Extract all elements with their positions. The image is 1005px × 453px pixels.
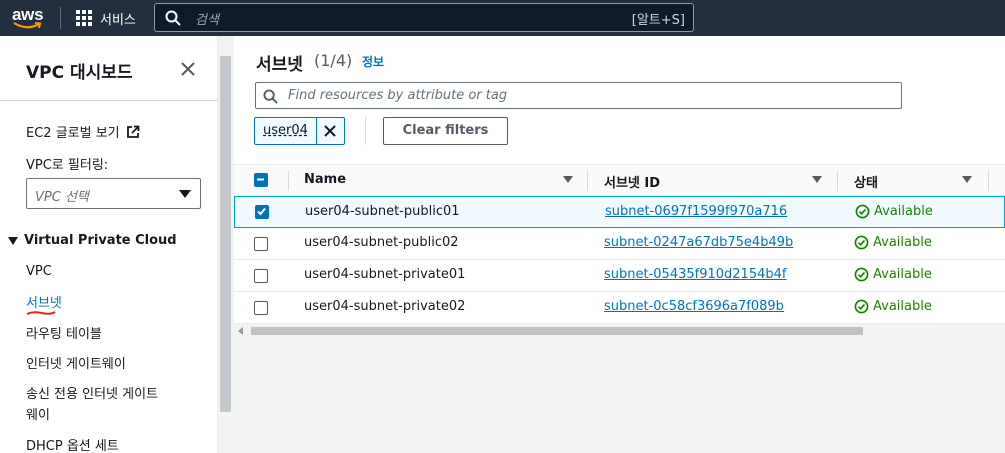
filter-token: user04 (254, 117, 345, 145)
filter-placeholder: Find resources by attribute or tag (288, 88, 508, 103)
resource-filter-input[interactable]: Find resources by attribute or tag (255, 82, 902, 109)
grid-icon (76, 10, 92, 26)
sidebar-divider (0, 100, 218, 101)
search-placeholder: 검색 (195, 13, 219, 28)
section-virtual-private-cloud[interactable]: Virtual Private Cloud (8, 233, 177, 248)
filter-divider (365, 117, 366, 145)
caret-down-icon (179, 190, 191, 198)
state-label: Available (873, 235, 932, 250)
remove-token-button[interactable] (315, 118, 344, 144)
column-header-subnet-id[interactable]: 서브넷 ID (604, 172, 660, 191)
column-separator (288, 171, 289, 191)
vpc-select-placeholder: VPC 선택 (35, 190, 89, 205)
sort-icon[interactable] (812, 176, 822, 183)
check-circle-icon (854, 235, 869, 250)
subnet-id-link[interactable]: subnet-0c58cf3696a7f089b (604, 299, 784, 314)
subnet-id-link[interactable]: subnet-0697f1599f970a716 (605, 204, 787, 219)
table-row[interactable]: user04-subnet-private01 subnet-05435f910… (234, 260, 1005, 292)
sort-icon[interactable] (563, 176, 573, 183)
column-header-name[interactable]: Name (304, 172, 346, 187)
info-link[interactable]: 정보 (362, 53, 384, 70)
section-title: Virtual Private Cloud (24, 233, 177, 248)
table-row[interactable]: user04-subnet-private02 subnet-0c58cf369… (234, 292, 1005, 324)
close-icon[interactable] (180, 61, 196, 77)
search-shortcut: [알트+S] (631, 13, 685, 28)
search-icon (263, 89, 278, 104)
row-checkbox[interactable] (255, 205, 269, 219)
ec2-global-view-link[interactable]: EC2 글로벌 보기 (26, 122, 140, 141)
sidebar-scrollbar-thumb[interactable] (220, 56, 231, 412)
global-search-input[interactable]: 검색 [알트+S] (154, 3, 694, 32)
row-checkbox[interactable] (254, 237, 268, 251)
subnet-id-link[interactable]: subnet-0247a67db75e4b49b (604, 235, 793, 250)
column-separator[interactable] (837, 171, 838, 191)
ec2-global-view-label: EC2 글로벌 보기 (26, 126, 120, 141)
row-checkbox[interactable] (254, 269, 268, 283)
main-content: 서브넷 (1/4) 정보 Find resources by attribute… (234, 36, 1005, 453)
filter-token-label[interactable]: user04 (255, 118, 316, 144)
select-all-checkbox[interactable] (254, 173, 268, 187)
sidebar-item-egress-only-igw[interactable]: 송신 전용 인터넷 게이트 (26, 383, 158, 402)
table-row[interactable]: user04-subnet-public01 subnet-0697f1599f… (234, 196, 1005, 228)
subnet-name: user04-subnet-private01 (304, 267, 466, 282)
table-row[interactable]: user04-subnet-public02 subnet-0247a67db7… (234, 228, 1005, 260)
column-separator[interactable] (988, 171, 989, 191)
caret-down-icon (8, 236, 18, 245)
search-icon (165, 10, 181, 26)
scroll-left-arrow-icon[interactable] (238, 327, 243, 335)
column-separator[interactable] (587, 171, 588, 191)
vpc-filter-label: VPC로 필터링: (26, 158, 109, 173)
state-label: Available (873, 267, 932, 282)
sidebar-item-dhcp-options[interactable]: DHCP 옵션 세트 (26, 435, 119, 453)
subnet-state: Available (855, 204, 933, 219)
aws-logo[interactable]: aws (12, 5, 46, 31)
selection-count: (1/4) (314, 51, 353, 70)
minus-icon (257, 178, 264, 181)
table-header: Name 서브넷 ID 상태 (234, 164, 1005, 196)
check-circle-icon (854, 299, 869, 314)
external-link-icon (126, 125, 140, 138)
state-label: Available (874, 204, 933, 219)
subnet-state: Available (854, 267, 932, 282)
scrollbar-thumb[interactable] (251, 327, 863, 335)
sidebar-item-egress-only-igw-cont[interactable]: 웨이 (26, 404, 50, 423)
subnet-id-link[interactable]: subnet-05435f910d2154b4f (604, 267, 786, 282)
row-checkbox[interactable] (254, 301, 268, 315)
sidebar-item-vpc[interactable]: VPC (26, 264, 52, 279)
services-menu-button[interactable]: 서비스 (76, 6, 136, 30)
services-label: 서비스 (100, 12, 136, 28)
vpc-filter-select[interactable]: VPC 선택 (26, 178, 201, 209)
side-navigation: VPC 대시보드 EC2 글로벌 보기 VPC로 필터링: VPC 선택 Vir… (0, 36, 218, 453)
red-annotation-underline (26, 311, 56, 315)
check-circle-icon (854, 267, 869, 282)
close-icon (324, 125, 337, 137)
top-navigation-bar: aws 서비스 검색 [알트+S] (0, 0, 1005, 36)
check-circle-icon (855, 204, 870, 219)
aws-smile-icon (13, 22, 42, 29)
subnet-state: Available (854, 235, 932, 250)
state-label: Available (873, 299, 932, 314)
subnet-name: user04-subnet-private02 (304, 299, 466, 314)
check-icon (257, 207, 266, 216)
table-horizontal-scrollbar[interactable] (234, 324, 1005, 338)
clear-filters-button[interactable]: Clear filters (383, 117, 508, 145)
subnet-state: Available (854, 299, 932, 314)
sidebar-item-subnets[interactable]: 서브넷 (26, 292, 62, 311)
subnets-panel: 서브넷 (1/4) 정보 Find resources by attribute… (234, 36, 1005, 324)
sidebar-item-internet-gateways[interactable]: 인터넷 게이트웨이 (26, 353, 126, 372)
subnet-name: user04-subnet-public01 (305, 204, 460, 219)
subnet-name: user04-subnet-public02 (304, 235, 459, 250)
page-title: 서브넷 (256, 55, 303, 75)
sidebar-title: VPC 대시보드 (26, 63, 133, 83)
nav-divider (60, 7, 61, 29)
sort-icon[interactable] (962, 176, 972, 183)
sidebar-item-route-tables[interactable]: 라우팅 테이블 (26, 323, 102, 342)
column-header-state[interactable]: 상태 (854, 172, 878, 191)
